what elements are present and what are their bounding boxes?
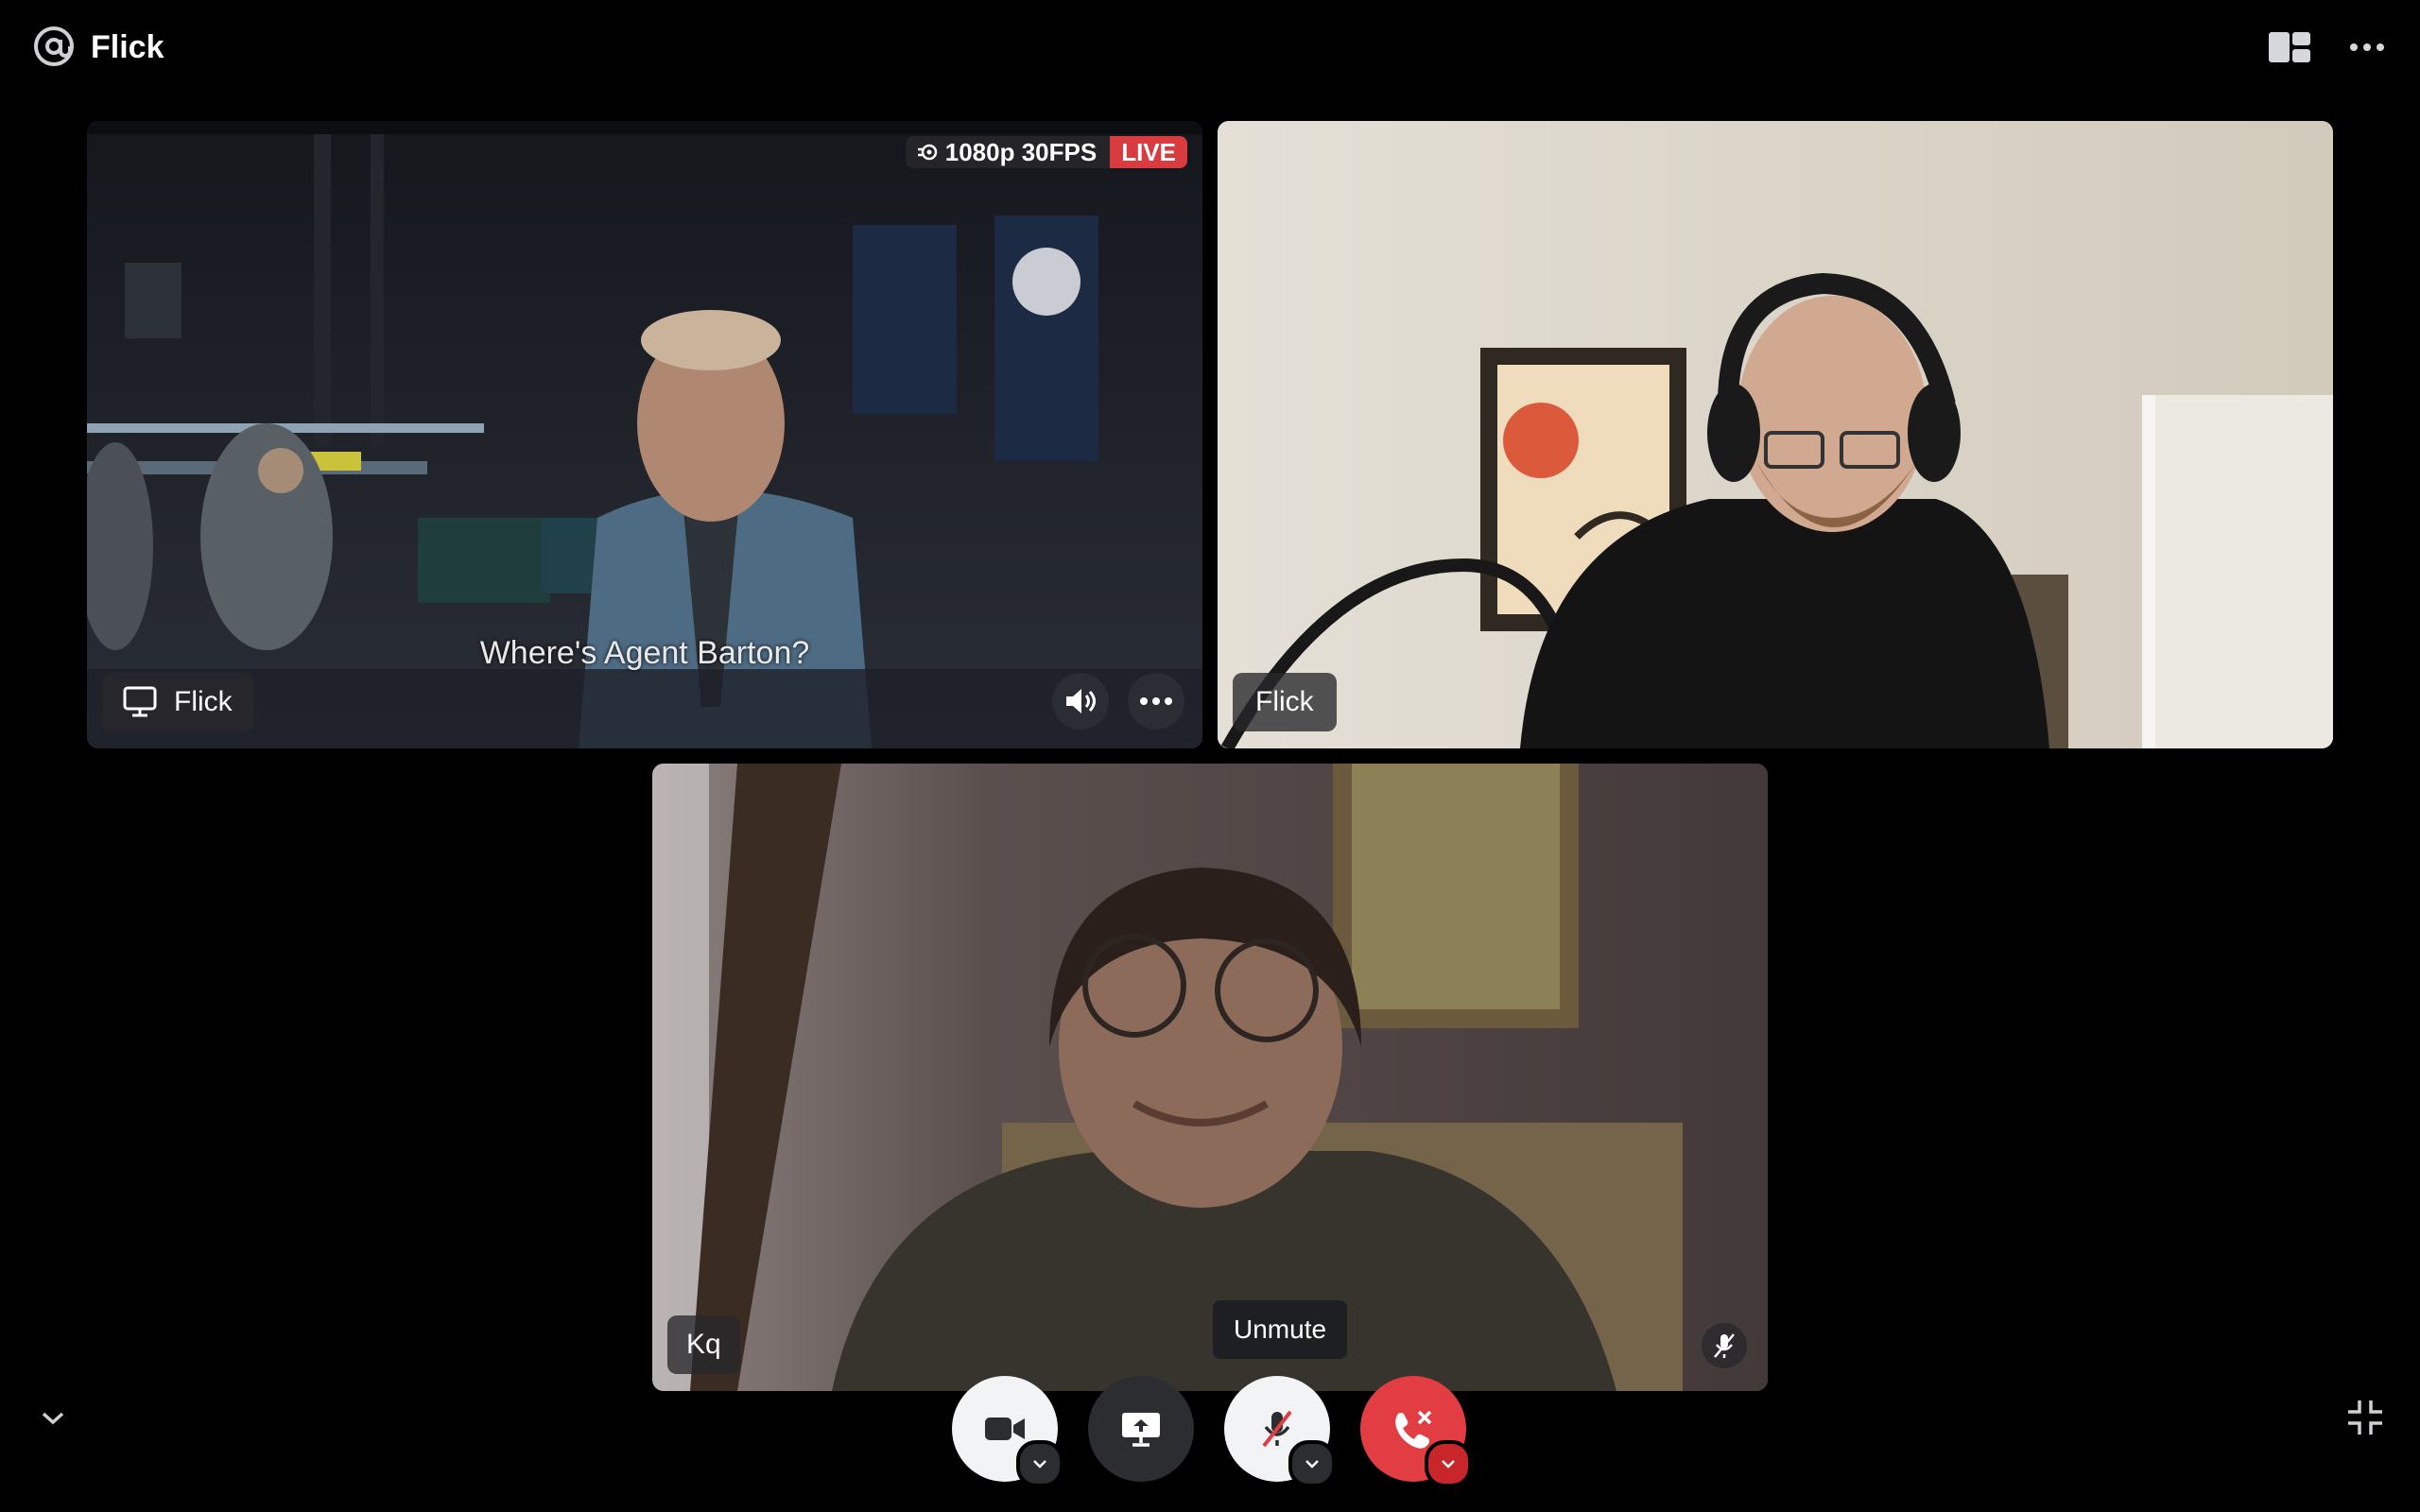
chevron-down-icon[interactable]: [36, 1406, 70, 1429]
more-dots-icon: [1140, 697, 1172, 705]
participant-tile-flick[interactable]: Flick: [1218, 121, 2333, 748]
participant-video: [652, 764, 1768, 1391]
chevron-down-icon: [1033, 1460, 1046, 1469]
header: Flick: [0, 0, 2420, 94]
exit-fullscreen-icon[interactable]: [2344, 1397, 2386, 1438]
video-camera-icon: [985, 1418, 1025, 1440]
mic-muted-icon: [1262, 1410, 1292, 1448]
call-controls-bar: [0, 1361, 2420, 1512]
screen-share-button[interactable]: [1088, 1376, 1194, 1482]
leave-options-button[interactable]: [1425, 1440, 1472, 1487]
grid-layout-icon[interactable]: [2267, 28, 2312, 66]
participant-video: [1218, 121, 2333, 748]
participant-tile-kq[interactable]: Kq: [652, 764, 1768, 1391]
mic-options-button[interactable]: [1288, 1440, 1336, 1487]
stream-name-label: Flick: [174, 686, 233, 717]
unmute-tooltip: Unmute: [1213, 1300, 1348, 1359]
subtitle-caption: Where's Agent Barton?: [479, 635, 810, 671]
screen-share-icon: [123, 686, 157, 717]
stream-quality-badge: 1080p 30FPS LIVE: [905, 136, 1187, 168]
screen-share-icon: [1122, 1413, 1160, 1447]
hang-up-icon: [1395, 1410, 1432, 1449]
speaker-icon: [1066, 689, 1096, 713]
unmute-button[interactable]: [1224, 1376, 1336, 1487]
stream-quality-label: 1080p 30FPS: [944, 138, 1098, 166]
stream-more-button[interactable]: [1128, 673, 1184, 730]
live-badge: LIVE: [1110, 136, 1187, 168]
camera-options-button[interactable]: [1016, 1440, 1063, 1487]
stream-quality-icon: [917, 144, 938, 161]
at-sign-icon: [34, 26, 74, 66]
chevron-down-icon: [1442, 1460, 1455, 1469]
mic-muted-icon: [1714, 1333, 1735, 1358]
camera-button[interactable]: [952, 1376, 1063, 1487]
stream-tile[interactable]: 1080p 30FPS LIVE Where's Agent Barton? F…: [87, 121, 1202, 748]
more-dots-icon[interactable]: [2344, 28, 2390, 66]
stream-name-tag: Flick: [102, 673, 253, 731]
volume-button[interactable]: [1052, 673, 1109, 730]
participant-name-tag: Flick: [1233, 673, 1337, 731]
chevron-down-icon: [1305, 1460, 1319, 1469]
channel-name: Flick: [91, 29, 164, 65]
leave-call-button[interactable]: [1360, 1376, 1472, 1487]
